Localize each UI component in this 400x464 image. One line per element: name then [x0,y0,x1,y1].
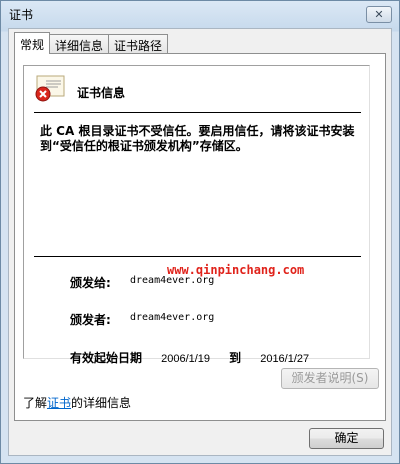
valid-to-date: 2016/1/27 [260,353,310,365]
close-icon: ✕ [374,8,384,21]
close-button[interactable]: ✕ [366,6,392,23]
certificate-error-icon [34,74,66,104]
tab-strip: 常规 详细信息 证书路径 [14,32,169,54]
certificate-info-box: 证书信息 此 CA 根目录证书不受信任。要启用信任，请将该证书安装到“受信任的根… [23,65,370,365]
general-tab-panel: 证书信息 此 CA 根目录证书不受信任。要启用信任，请将该证书安装到“受信任的根… [14,53,386,421]
issued-by-value: dream4ever.org [130,312,215,323]
dialog-client: 常规 详细信息 证书路径 证书信息 此 CA 根目录证书不受信任。要启用信任，请… [8,28,392,456]
issued-by-label: 颁发者: [70,313,111,327]
issued-to-value: dream4ever.org [130,275,215,286]
issued-by-row: 颁发者: dream4ever.org [70,311,214,328]
divider [34,256,361,257]
valid-to-label: 到 [229,351,242,365]
untrusted-root-warning: 此 CA 根目录证书不受信任。要启用信任，请将该证书安装到“受信任的根证书颁发机… [40,124,355,153]
certificate-dialog: 证书 ✕ 常规 详细信息 证书路径 证书信息 此 CA 根目录证书不受信任。要启… [0,0,400,464]
issued-to-label: 颁发给: [70,276,111,290]
learn-more-suffix: 的详细信息 [71,396,132,410]
tab-certification-path[interactable]: 证书路径 [108,34,169,54]
valid-from-label: 有效起始日期 [70,351,143,365]
ok-button[interactable]: 确定 [309,428,384,449]
valid-from-date: 2006/1/19 [161,353,211,365]
validity-row: 有效起始日期 2006/1/19 到 2016/1/27 [70,349,309,366]
window-title: 证书 [9,8,34,22]
divider [34,112,361,113]
learn-more-prefix: 了解 [23,396,48,410]
tab-details[interactable]: 详细信息 [49,34,110,54]
learn-more-text: 了解证书的详细信息 [23,394,131,411]
tab-general[interactable]: 常规 [14,32,51,54]
issued-to-row: 颁发给: dream4ever.org [70,274,214,291]
title-bar: 证书 ✕ [1,1,399,27]
issuer-statement-button[interactable]: 颁发者说明(S) [281,368,379,389]
certificate-link[interactable]: 证书 [47,396,71,410]
certificate-info-heading: 证书信息 [77,86,126,100]
